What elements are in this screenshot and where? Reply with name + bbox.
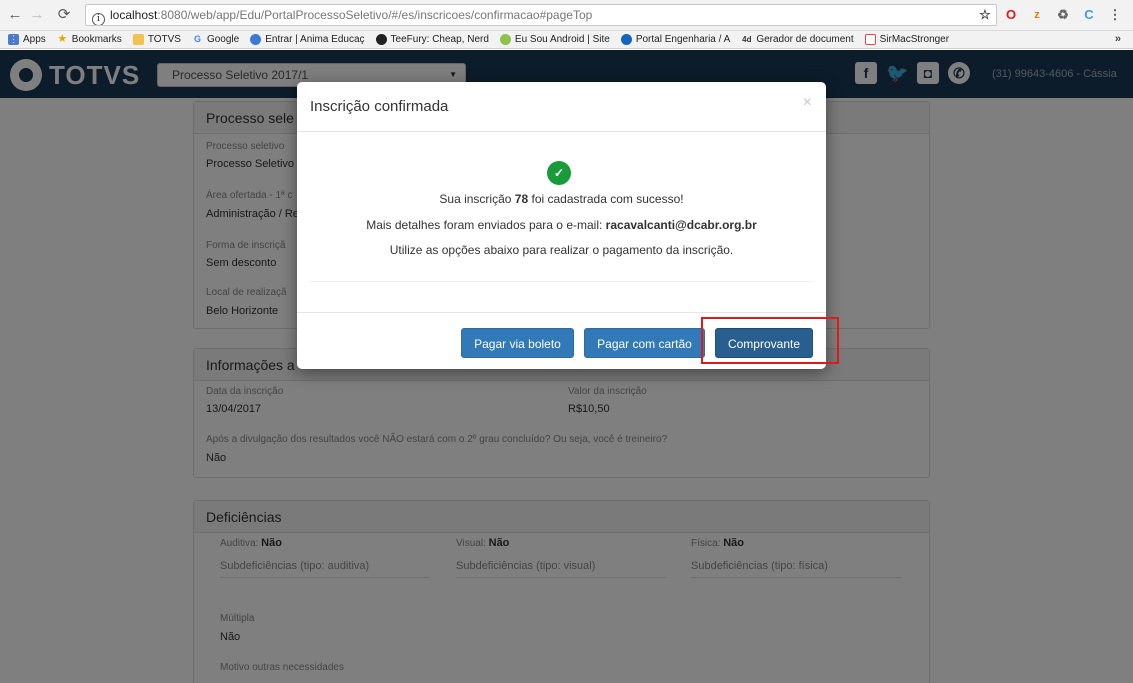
modal-header: Inscrição confirmada × — [297, 82, 826, 132]
menu-kebab-icon[interactable]: ⋮ — [1107, 7, 1123, 23]
modal-title: Inscrição confirmada — [310, 98, 449, 115]
bookmark-star-icon[interactable]: ☆ — [977, 7, 993, 23]
modal-body: ✓ Sua inscrição 78 foi cadastrada com su… — [297, 132, 826, 313]
bookmark-teefury[interactable]: TeeFury: Cheap, Nerd — [375, 34, 489, 45]
bookmark-apps[interactable]: ⋮ Apps — [8, 34, 46, 45]
android-icon — [499, 34, 511, 45]
pay-card-button[interactable]: Pagar com cartão — [584, 328, 705, 358]
bookmark-sirmacstronger[interactable]: SirMacStronger — [864, 34, 949, 45]
close-icon[interactable]: × — [803, 94, 812, 112]
extension-z-icon[interactable]: z — [1029, 7, 1045, 23]
extension-c-icon[interactable]: C — [1081, 7, 1097, 23]
bookmark-anima[interactable]: Entrar | Anima Educaç — [250, 34, 365, 45]
url-path: :8080/web/app/Edu/PortalProcessoSeletivo… — [157, 8, 593, 22]
bookmark-google[interactable]: G Google — [192, 34, 239, 45]
reload-icon[interactable]: ⟳ — [55, 6, 73, 24]
bookmark-portal-engenharia[interactable]: Portal Engenharia / A — [620, 34, 730, 45]
check-circle-icon: ✓ — [547, 161, 571, 185]
info-icon[interactable]: i — [92, 13, 105, 25]
browser-toolbar: ← → ⟳ i localhost:8080/web/app/Edu/Portal… — [0, 0, 1133, 31]
url-host: localhost — [110, 8, 158, 22]
portal-icon — [620, 34, 632, 45]
star-icon: ★ — [57, 33, 68, 45]
forward-arrow-icon[interactable]: → — [28, 6, 46, 24]
anima-icon — [250, 34, 262, 45]
pay-boleto-button[interactable]: Pagar via boleto — [461, 328, 574, 358]
divider — [310, 281, 813, 282]
opera-icon[interactable]: O — [1003, 7, 1019, 23]
bookmark-totvs[interactable]: TOTVS — [132, 34, 181, 45]
bookmark-gerador[interactable]: 4d Gerador de document — [741, 34, 853, 45]
google-icon: G — [193, 34, 201, 44]
back-arrow-icon[interactable]: ← — [6, 6, 24, 24]
apps-grid-icon: ⋮ — [8, 34, 19, 45]
bookmarks-bar: ⋮ Apps ★ Bookmarks TOTVS G Google Entrar | … — [0, 31, 1133, 49]
payment-instructions: Utilize as opções abaixo para realizar o… — [389, 243, 734, 257]
teefury-icon — [375, 34, 387, 45]
highlight-box — [701, 317, 839, 364]
success-message: Sua inscrição 78 foi cadastrada com suce… — [439, 192, 684, 206]
bookmark-eusouandroid[interactable]: Eu Sou Android | Site — [499, 34, 610, 45]
recycle-icon[interactable]: ♻ — [1055, 7, 1071, 23]
email-address: racavalcanti@dcabr.org.br — [605, 218, 757, 232]
document-icon — [864, 34, 876, 45]
address-bar[interactable]: i localhost:8080/web/app/Edu/PortalProces… — [85, 4, 997, 26]
bookmark-bookmarks[interactable]: ★ Bookmarks — [57, 33, 121, 46]
folder-icon — [132, 34, 144, 45]
gerador-icon: 4d — [742, 35, 752, 44]
registration-number: 78 — [514, 192, 529, 206]
bookmarks-overflow-button[interactable]: » — [1115, 33, 1121, 45]
email-message: Mais detalhes foram enviados para o e-ma… — [366, 218, 757, 232]
